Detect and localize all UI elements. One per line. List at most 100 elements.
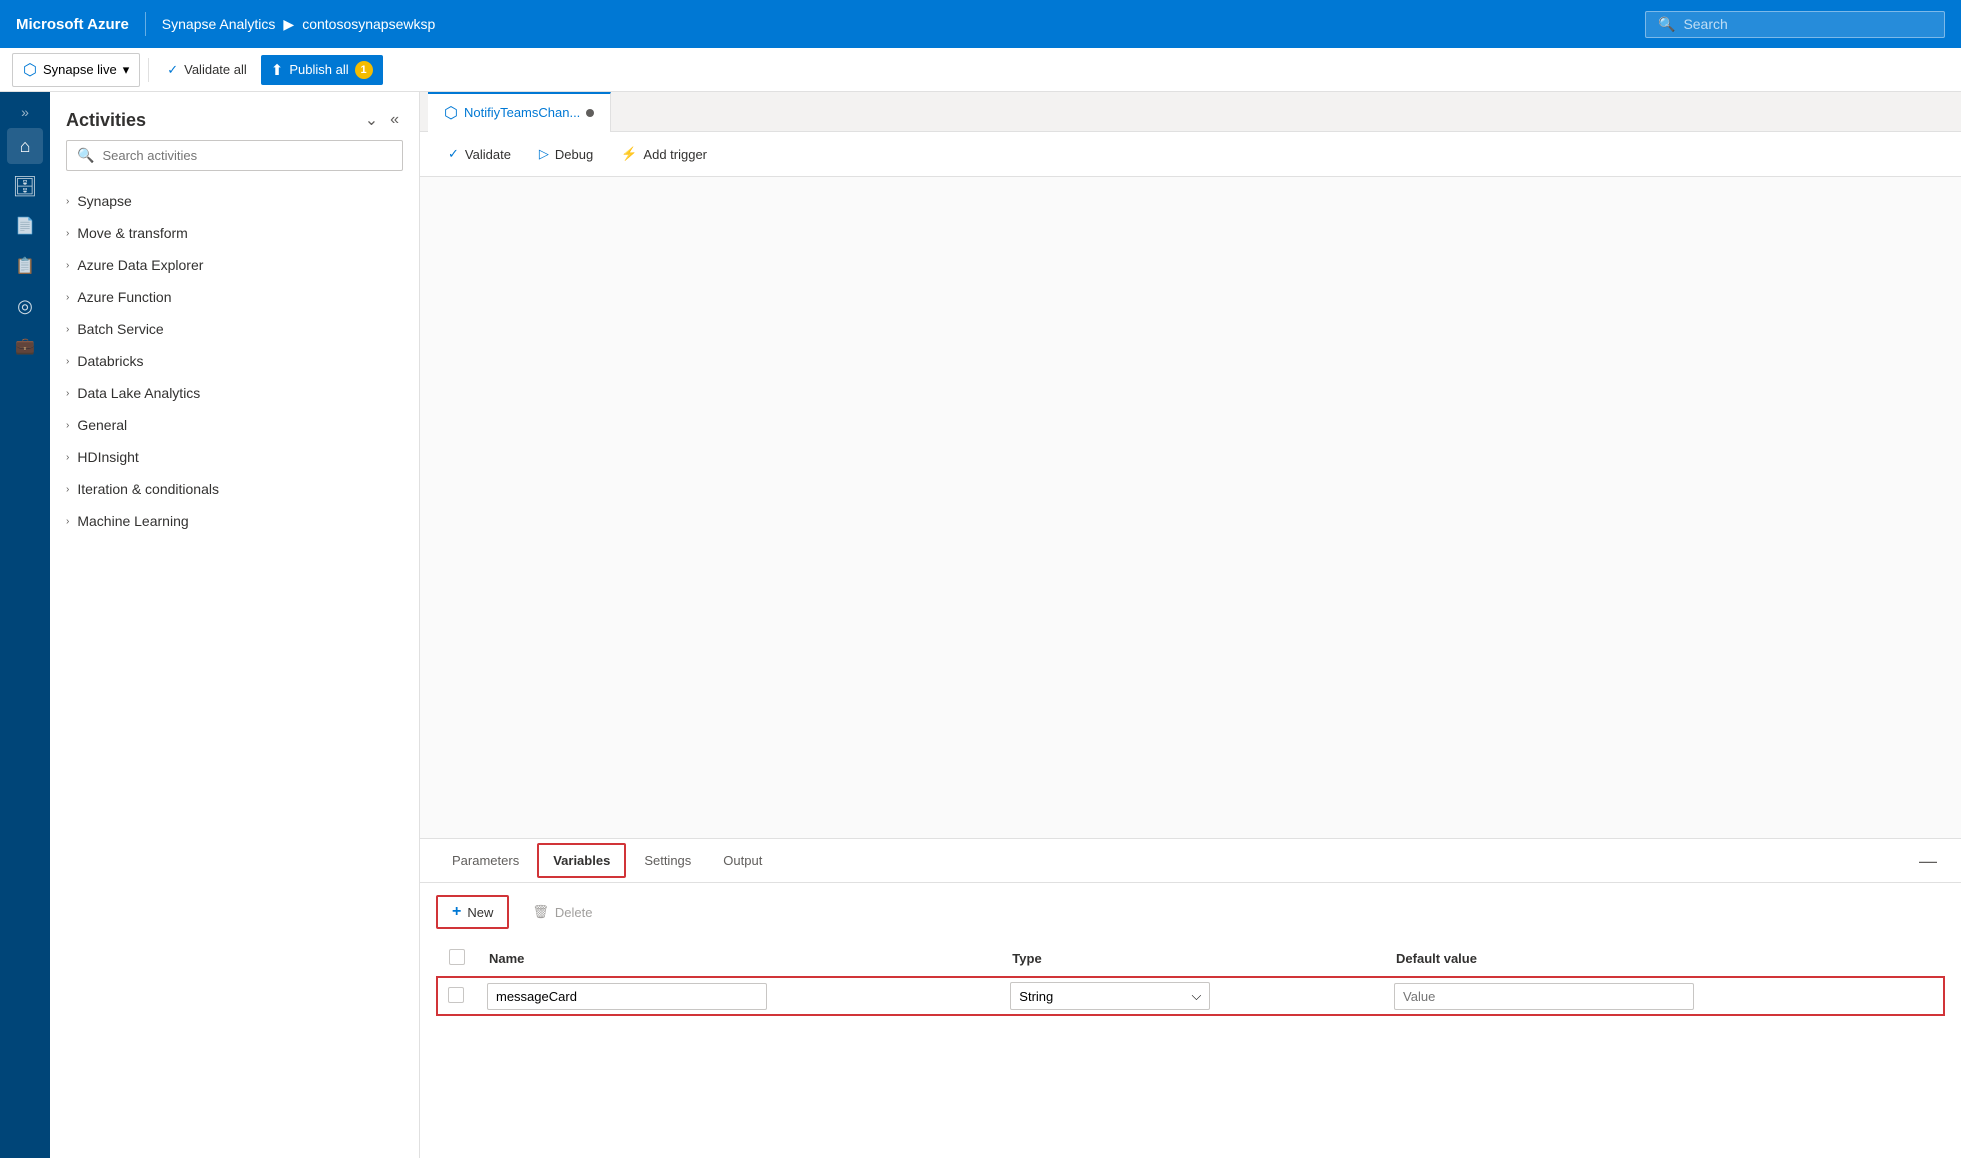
global-search[interactable]: 🔍 [1645,11,1945,38]
activities-collapse-button[interactable]: ⌄ [361,108,382,132]
activity-group-data-lake-analytics[interactable]: › Data Lake Analytics [50,377,419,409]
nav-workspace: contososynapsewksp [302,16,435,32]
validate-all-button[interactable]: ✓ Validate all [157,56,257,84]
validate-button[interactable]: ✓ Validate [436,140,523,168]
synapse-live-button[interactable]: ⬡ Synapse live ▾ [12,53,140,87]
type-chevron-down-icon: ⌵ [1191,988,1201,1004]
publish-all-button[interactable]: ⬆ Publish all 1 [261,55,383,85]
sidebar-item-develop[interactable]: 📄 [7,208,43,244]
chevron-right-icon: › [66,356,69,367]
chevron-down-icon: ▾ [123,62,130,78]
chevron-right-icon: › [66,452,69,463]
activity-group-move-transform[interactable]: › Move & transform [50,217,419,249]
top-bar-divider [145,12,146,36]
chevron-right-icon: › [66,388,69,399]
trigger-icon: ⚡ [621,146,637,162]
search-icon: 🔍 [1658,16,1675,33]
tab-output[interactable]: Output [707,843,778,880]
sidebar-item-data[interactable]: 🗄 [7,168,43,204]
activities-controls: ⌄ « [361,108,403,132]
search-input[interactable] [1683,16,1932,32]
breadcrumb: Synapse Analytics ▶ contososynapsewksp [162,16,435,33]
chevron-right-icon: › [66,484,69,495]
main-toolbar: ⬡ Synapse live ▾ ✓ Validate all ⬆ Publis… [0,48,1961,92]
database-icon: 🗄 [12,174,37,199]
tab-bar: ⬡ NotifiyTeamsChan... [420,92,1961,132]
activity-group-machine-learning[interactable]: › Machine Learning [50,505,419,537]
sidebar-item-monitor[interactable]: ◎ [7,288,43,324]
chevron-right-icon: › [66,324,69,335]
publish-badge: 1 [355,61,373,79]
pipeline-canvas[interactable] [420,177,1961,838]
activity-group-general[interactable]: › General [50,409,419,441]
sidebar-item-integrate[interactable]: 📋 [7,248,43,284]
tab-settings[interactable]: Settings [628,843,707,880]
activities-title: Activities [66,110,146,131]
trash-icon: 🗑 [532,904,549,920]
toolbar-divider [148,58,149,82]
tab-parameters[interactable]: Parameters [436,843,535,880]
sidebar-item-home[interactable]: ⌂ [7,128,43,164]
plus-icon: + [452,903,461,921]
nav-service: Synapse Analytics [162,16,276,32]
home-icon: ⌂ [20,136,31,157]
activities-search-box[interactable]: 🔍 [66,140,403,171]
type-cell: String ⌵ [1000,977,1384,1015]
pipeline-icon: ⬡ [444,103,458,123]
type-select[interactable]: String ⌵ [1010,982,1210,1010]
expand-icon[interactable]: » [17,100,33,124]
debug-button[interactable]: ▷ Debug [527,140,605,168]
activities-header: Activities ⌄ « [50,92,419,140]
name-input[interactable] [487,983,767,1010]
activity-group-azure-function[interactable]: › Azure Function [50,281,419,313]
type-column-header: Type [1000,941,1384,977]
main-layout: » ⌂ 🗄 📄 📋 ◎ 💼 Activities ⌄ « 🔍 [0,92,1961,1158]
activities-search-input[interactable] [102,148,392,163]
add-trigger-button[interactable]: ⚡ Add trigger [609,140,719,168]
validate-icon: ✓ [448,146,459,162]
breadcrumb-arrow-icon: ▶ [283,16,294,33]
briefcase-icon: 💼 [15,336,35,356]
row-checkbox-cell [437,977,477,1015]
activity-group-databricks[interactable]: › Databricks [50,345,419,377]
minimize-panel-button[interactable]: — [1911,848,1945,874]
variables-table: Name Type Default value [436,941,1945,1016]
activity-groups-list: › Synapse › Move & transform › Azure Dat… [50,183,419,539]
monitor-icon: 📋 [15,256,35,276]
bottom-content: + New 🗑 Delete Na [420,883,1961,1028]
activity-group-batch-service[interactable]: › Batch Service [50,313,419,345]
tab-variables[interactable]: Variables [537,843,626,878]
pipeline-tab[interactable]: ⬡ NotifiyTeamsChan... [428,92,611,132]
activity-group-azure-data-explorer[interactable]: › Azure Data Explorer [50,249,419,281]
table-row: String ⌵ [437,977,1944,1015]
select-all-header [437,941,477,977]
name-column-header: Name [477,941,1000,977]
new-variable-button[interactable]: + New [436,895,509,929]
chevron-right-icon: › [66,516,69,527]
name-cell [477,977,1000,1015]
default-value-input[interactable] [1394,983,1694,1010]
variables-actions: + New 🗑 Delete [436,895,1945,929]
top-bar: Microsoft Azure Synapse Analytics ▶ cont… [0,0,1961,48]
row-checkbox[interactable] [448,987,464,1003]
chevron-right-icon: › [66,292,69,303]
publish-icon: ⬆ [271,61,284,79]
default-value-cell [1384,977,1944,1015]
pipeline-toolbar: ✓ Validate ▷ Debug ⚡ Add trigger [420,132,1961,177]
delete-variable-button[interactable]: 🗑 Delete [517,897,607,927]
activities-expand-button[interactable]: « [386,108,403,132]
chevron-right-icon: › [66,228,69,239]
activity-group-iteration-conditionals[interactable]: › Iteration & conditionals [50,473,419,505]
default-value-column-header: Default value [1384,941,1944,977]
sidebar-item-manage[interactable]: 💼 [7,328,43,364]
synapse-live-icon: ⬡ [23,60,37,80]
bottom-panel: Parameters Variables Settings Output — +… [420,838,1961,1158]
activity-group-hdinsight[interactable]: › HDInsight [50,441,419,473]
bottom-tabs: Parameters Variables Settings Output — [420,839,1961,883]
select-all-checkbox[interactable] [449,949,465,965]
activity-group-synapse[interactable]: › Synapse [50,185,419,217]
brand-label: Microsoft Azure [16,16,129,33]
tab-unsaved-dot [586,109,594,117]
monitor-circle-icon: ◎ [17,296,33,317]
canvas-area: ⬡ NotifiyTeamsChan... ✓ Validate ▷ Debug… [420,92,1961,1158]
